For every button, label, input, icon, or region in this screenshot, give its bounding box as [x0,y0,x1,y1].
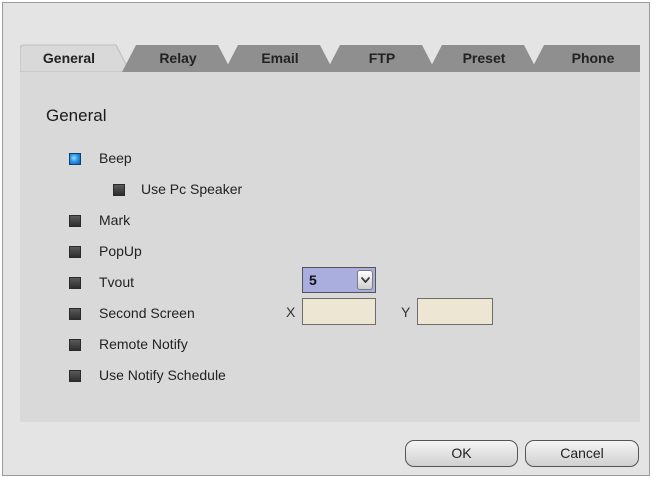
second-screen-checkbox[interactable] [69,308,81,320]
tab-ftp-label: FTP [368,50,396,66]
tab-relay-label: Relay [159,50,197,66]
use-pc-speaker-checkbox[interactable] [113,184,125,196]
tab-phone[interactable]: Phone [530,43,642,72]
popup-label: PopUp [99,243,142,259]
tab-email[interactable]: Email [224,43,336,72]
use-notify-schedule-checkbox[interactable] [69,370,81,382]
tab-relay[interactable]: Relay [122,43,234,72]
popup-checkbox[interactable] [69,246,81,258]
tab-general[interactable]: General [20,43,132,72]
beep-label: Beep [99,150,132,166]
remote-notify-checkbox[interactable] [69,339,81,351]
tab-general-label: General [42,50,96,66]
section-title: General [46,106,107,125]
tab-phone-label: Phone [571,50,615,66]
tvout-label: Tvout [99,274,135,290]
x-coordinate-input[interactable] [302,298,376,325]
second-screen-label: Second Screen [99,305,195,321]
tvout-select[interactable]: 5 [302,267,376,293]
chevron-down-glyph [361,277,370,283]
tab-ftp[interactable]: FTP [326,43,438,72]
cancel-button[interactable]: Cancel [525,440,639,467]
ok-button[interactable]: OK [405,440,518,467]
y-coordinate-label: Y [401,304,411,320]
tvout-select-value: 5 [309,272,317,288]
tvout-checkbox[interactable] [69,277,81,289]
x-coordinate-label: X [286,304,296,320]
remote-notify-label: Remote Notify [99,336,188,352]
tab-email-label: Email [261,50,299,66]
beep-checkbox[interactable] [69,153,81,165]
y-coordinate-input[interactable] [417,298,493,325]
mark-checkbox[interactable] [69,215,81,227]
tab-preset-label: Preset [462,50,506,66]
use-pc-speaker-label: Use Pc Speaker [141,181,243,197]
chevron-down-icon[interactable] [357,270,373,290]
use-notify-schedule-label: Use Notify Schedule [99,367,226,383]
tab-preset[interactable]: Preset [428,43,540,72]
mark-label: Mark [99,212,131,228]
